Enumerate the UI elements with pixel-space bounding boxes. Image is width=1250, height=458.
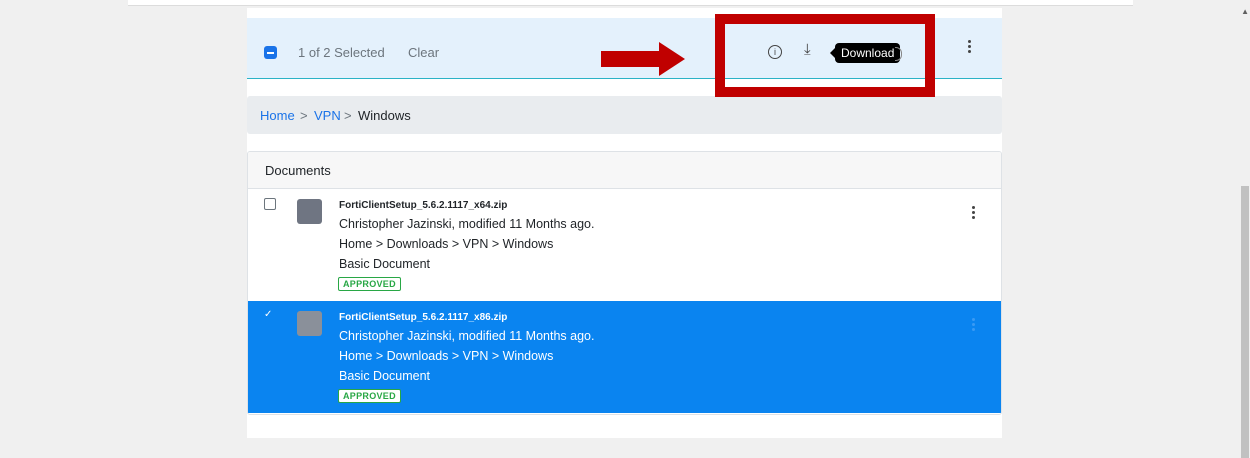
document-thumbnail-icon xyxy=(297,311,322,336)
scroll-up-icon[interactable]: ▲ xyxy=(1241,8,1249,16)
document-row-selected[interactable]: ✓ FortiClientSetup_5.6.2.1117_x86.zip Ch… xyxy=(248,301,1001,413)
document-filename[interactable]: FortiClientSetup_5.6.2.1117_x86.zip xyxy=(339,312,507,323)
breadcrumb-separator: > xyxy=(300,108,308,123)
scrollbar-thumb[interactable] xyxy=(1241,186,1249,458)
clear-selection-link[interactable]: Clear xyxy=(408,45,439,60)
breadcrumb: Home > VPN > Windows xyxy=(247,96,1002,134)
breadcrumb-home[interactable]: Home xyxy=(260,108,295,123)
document-type: Basic Document xyxy=(339,369,431,383)
scrollbar[interactable]: ▲ xyxy=(1240,0,1250,458)
documents-title: Documents xyxy=(265,163,331,178)
document-row[interactable]: FortiClientSetup_5.6.2.1117_x64.zip Chri… xyxy=(248,189,1001,302)
documents-header: Documents xyxy=(248,152,1001,189)
red-box-annotation xyxy=(715,14,935,97)
document-path: Home > Downloads > VPN > Windows xyxy=(339,349,554,363)
checkbox-icon[interactable] xyxy=(264,198,276,210)
documents-panel: Documents FortiClientSetup_5.6.2.1117_x6… xyxy=(247,151,1002,415)
status-badge: APPROVED xyxy=(338,389,401,403)
document-thumbnail-icon xyxy=(297,199,322,224)
toolbar-more-icon[interactable] xyxy=(964,38,974,55)
deselect-checkbox[interactable] xyxy=(264,46,277,59)
document-filename[interactable]: FortiClientSetup_5.6.2.1117_x64.zip xyxy=(339,200,507,211)
document-author: Christopher Jazinski, modified 11 Months… xyxy=(339,217,595,231)
red-arrow-annotation xyxy=(601,42,685,76)
document-author: Christopher Jazinski, modified 11 Months… xyxy=(339,329,595,343)
checked-checkbox-icon[interactable]: ✓ xyxy=(264,310,274,320)
document-path: Home > Downloads > VPN > Windows xyxy=(339,237,554,251)
breadcrumb-vpn[interactable]: VPN xyxy=(314,108,341,123)
row-more-icon[interactable] xyxy=(968,204,978,221)
breadcrumb-separator: > xyxy=(344,108,352,123)
breadcrumb-current: Windows xyxy=(358,108,411,123)
row-more-icon[interactable] xyxy=(968,316,978,333)
document-type: Basic Document xyxy=(339,257,431,271)
selection-count: 1 of 2 Selected xyxy=(298,45,385,60)
top-divider xyxy=(128,0,1133,6)
status-badge: APPROVED xyxy=(338,277,401,291)
